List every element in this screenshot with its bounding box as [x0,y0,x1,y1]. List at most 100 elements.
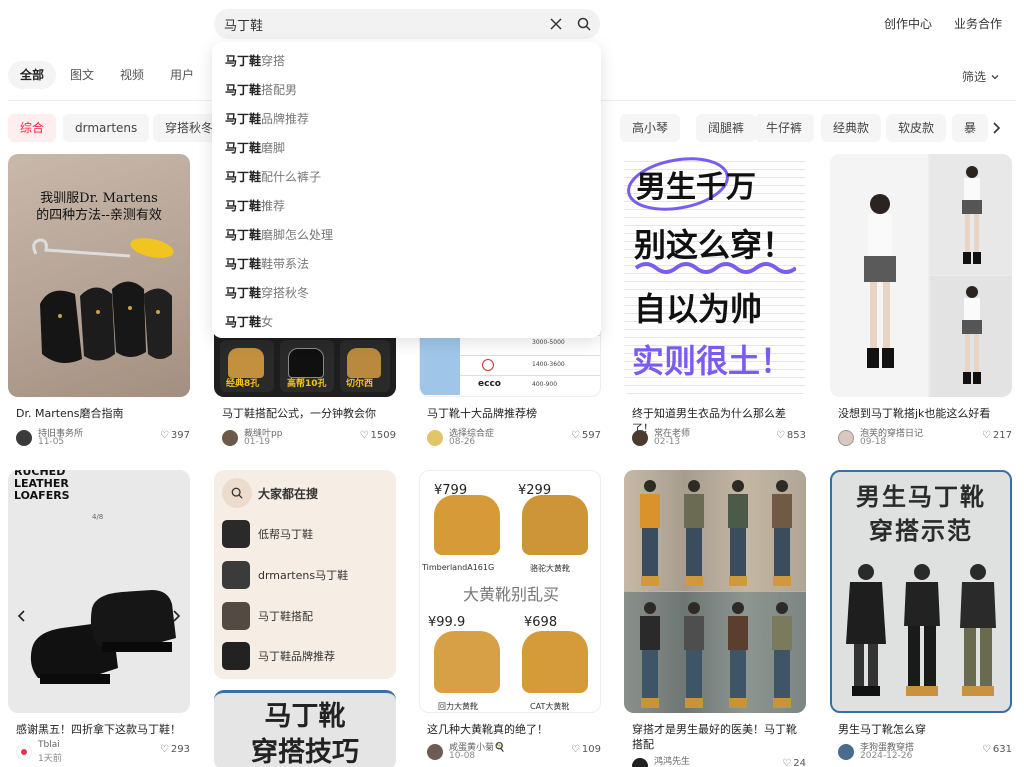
carousel-next-icon[interactable] [172,608,182,627]
heart-icon: ♡ [782,758,792,767]
suggestion-item[interactable]: 马丁鞋磨脚怎么处理 [212,221,601,250]
like-button[interactable]: ♡ 293 [160,744,190,755]
note-card[interactable]: 穿搭才是男生最好的医美！马丁靴搭配 鸿鸿先生 ♡ 24 [624,470,806,767]
note-meta: 泡芙的穿搭日记 09-18 ♡ 217 [838,428,1012,448]
chip-drmartens[interactable]: drmartens [63,114,150,142]
note-cover[interactable]: 我驯服Dr. Martens 的四种方法--亲测有效 [8,154,190,397]
chip-gaoxiaoqin[interactable]: 高小琴 [620,114,681,142]
tab-video[interactable]: 视频 [108,61,156,89]
chip-classic[interactable]: 经典款 [821,114,882,142]
note-cover[interactable]: RUCHED LEATHER LOAFERS 4/8 [8,470,190,713]
note-title[interactable]: 马丁靴十大品牌推荐榜 [427,406,599,421]
note-cover[interactable]: 马丁靴 穿搭技巧 [214,690,396,767]
chip-comprehensive[interactable]: 综合 [8,114,57,142]
note-title[interactable]: 没想到马丁靴搭jk也能这么好看 [838,406,1010,421]
clear-icon[interactable] [546,14,566,34]
note-meta: Tblai 1天前 ♡ 293 [16,740,190,764]
chevron-right-icon[interactable] [990,120,1002,139]
suggestion-item[interactable]: 马丁鞋推荐 [212,192,601,221]
note-card[interactable]: 马丁靴 穿搭技巧 [214,690,396,767]
business-link[interactable]: 业务合作 [954,15,1002,32]
suggestion-item[interactable]: 马丁鞋女 [212,308,601,337]
like-button[interactable]: ♡ 109 [571,744,601,755]
note-card[interactable]: 男生千万 别这么穿！ 自以为帅 实则很土！ 终于知道男生衣品为什么那么差了！ 常… [624,154,806,454]
like-count: 217 [992,430,1012,441]
suggestion-item[interactable]: 马丁鞋磨脚 [212,134,601,163]
suggestion-item[interactable]: 马丁鞋鞋带系法 [212,250,601,279]
note-card[interactable]: 男生马丁靴 穿搭示范 男生马丁靴怎么穿 李狗蛋教穿搭 2024-12-26 ♡ 63… [830,470,1012,767]
like-button[interactable]: ♡ 397 [160,430,190,441]
note-meta: 鸿鸿先生 ♡ 24 [632,756,806,767]
tab-all[interactable]: 全部 [8,61,57,89]
note-card[interactable]: 我驯服Dr. Martens 的四种方法--亲测有效 Dr. Martens磨合指… [8,154,190,454]
note-date: 02-13 [654,437,681,447]
chip-soft-leather[interactable]: 软皮款 [886,114,947,142]
heart-icon: ♡ [775,430,785,441]
avatar[interactable] [632,758,648,767]
chevron-down-icon [991,74,999,79]
chip-more[interactable]: 暴 [952,114,988,142]
search-box[interactable] [214,9,600,39]
like-button[interactable]: ♡ 597 [571,430,601,441]
chip-jeans[interactable]: 牛仔裤 [754,114,815,142]
creator-center-link[interactable]: 创作中心 [884,15,932,32]
trending-item[interactable]: 低帮马丁鞋 [222,519,313,549]
trending-item[interactable]: drmartens马丁鞋 [222,560,348,590]
note-cover[interactable] [624,470,806,713]
carousel-prev-icon[interactable] [16,608,26,627]
tab-users[interactable]: 用户 [158,61,206,89]
note-title[interactable]: Dr. Martens磨合指南 [16,406,188,421]
like-count: 1509 [370,430,396,441]
suggestion-item[interactable]: 马丁鞋配什么裤子 [212,163,601,192]
avatar[interactable] [427,744,443,760]
note-title[interactable]: 这几种大黄靴真的绝了！ [427,722,599,737]
note-card[interactable]: RUCHED LEATHER LOAFERS 4/8 感谢黑五！四折拿下这款马丁鞋！… [8,470,190,767]
note-cover[interactable]: 男生马丁靴 穿搭示范 [830,470,1012,713]
avatar[interactable] [838,430,854,446]
trending-item[interactable]: 马丁鞋搭配 [222,601,313,631]
trending-searches: 大家都在搜 低帮马丁鞋 drmartens马丁鞋 马丁鞋搭配 马丁鞋品牌推荐 [214,470,396,679]
heart-icon: ♡ [159,744,169,755]
avatar[interactable] [16,430,32,446]
suggestion-item[interactable]: 马丁鞋穿搭 [212,47,601,76]
like-button[interactable]: ♡ 217 [982,430,1012,441]
note-title[interactable]: 穿搭才是男生最好的医美！马丁靴搭配 [632,722,804,752]
note-title[interactable]: 马丁鞋搭配公式，一分钟教会你 [222,406,394,421]
search-icon[interactable] [574,14,594,34]
search-input[interactable] [224,9,534,39]
note-date: 2024-12-26 [860,751,913,761]
content-tabs: 全部 图文 视频 用户 [8,61,208,89]
note-card[interactable]: 没想到马丁靴搭jk也能这么好看 泡芙的穿搭日记 09-18 ♡ 217 [830,154,1012,454]
like-count: 853 [786,430,806,441]
note-card[interactable]: ¥799 ¥299 TimberlandA161G 骆驼大黄靴 大黄靴别乱买 ¥… [419,470,601,767]
suggestion-item[interactable]: 马丁鞋穿搭秋冬 [212,279,601,308]
avatar[interactable] [222,430,238,446]
avatar[interactable] [838,744,854,760]
like-count: 631 [992,744,1012,755]
avatar[interactable] [16,744,32,760]
avatar[interactable] [427,430,443,446]
like-count: 397 [170,430,190,441]
suggestion-item[interactable]: 马丁鞋品牌推荐 [212,105,601,134]
author-name[interactable]: Tblai [38,740,60,750]
author-name[interactable]: 鸿鸿先生 [654,754,690,767]
chip-wide-pants[interactable]: 阔腿裤 [696,114,757,142]
note-date: 08-26 [449,437,476,447]
like-button[interactable]: ♡ 853 [776,430,806,441]
trending-item[interactable]: 马丁鞋品牌推荐 [222,641,335,671]
like-button[interactable]: ♡ 631 [982,744,1012,755]
note-meta: 裁缝叶pp 01-19 ♡ 1509 [222,428,396,448]
note-cover[interactable] [830,154,1012,397]
like-count: 24 [793,758,806,767]
filter-button[interactable]: 筛选 [962,68,1000,85]
note-title[interactable]: 男生马丁靴怎么穿 [838,722,1010,737]
note-title[interactable]: 感谢黑五！四折拿下这款马丁鞋！ [16,722,188,737]
like-button[interactable]: ♡ 1509 [360,430,396,441]
tab-notes[interactable]: 图文 [58,61,106,89]
search-suggestions: 马丁鞋穿搭 马丁鞋搭配男 马丁鞋品牌推荐 马丁鞋磨脚 马丁鞋配什么裤子 马丁鞋推… [212,42,601,338]
like-button[interactable]: ♡ 24 [782,758,806,767]
avatar[interactable] [632,430,648,446]
note-cover[interactable]: ¥799 ¥299 TimberlandA161G 骆驼大黄靴 大黄靴别乱买 ¥… [419,470,601,713]
note-cover[interactable]: 男生千万 别这么穿！ 自以为帅 实则很土！ [624,154,806,397]
suggestion-item[interactable]: 马丁鞋搭配男 [212,76,601,105]
